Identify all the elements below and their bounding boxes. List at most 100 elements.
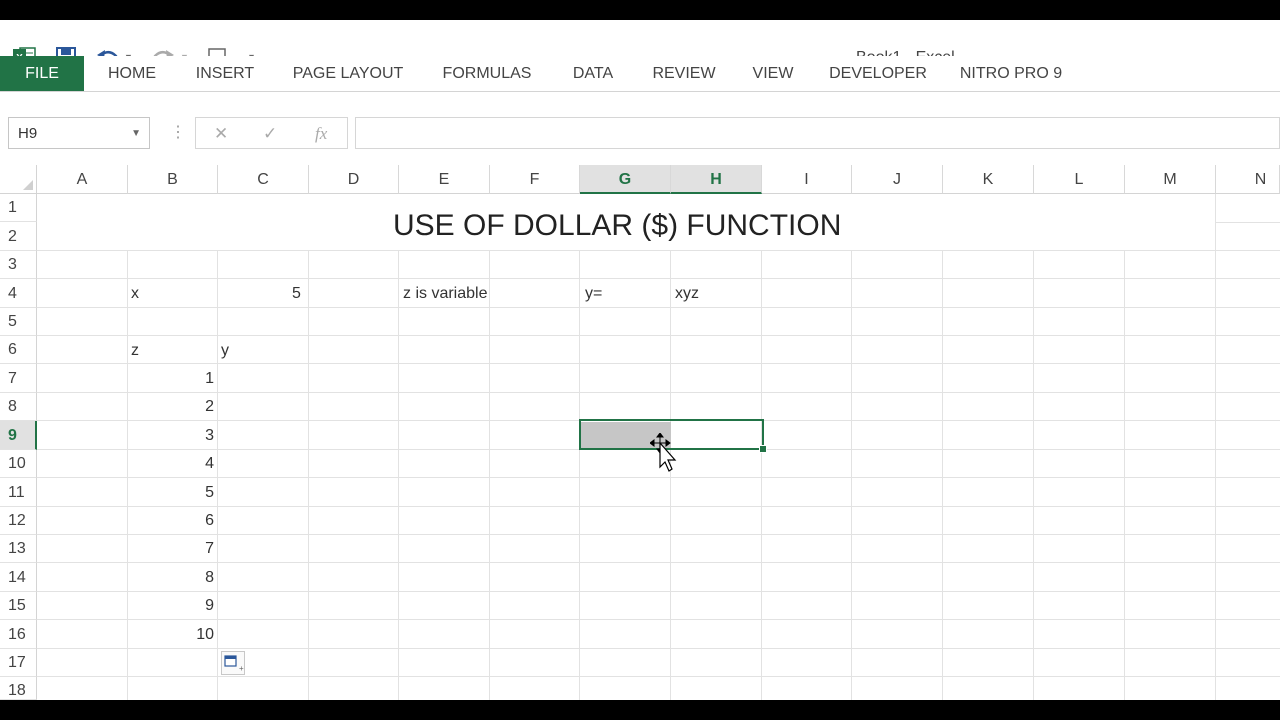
gridline xyxy=(37,307,1280,308)
gridline xyxy=(37,676,1280,677)
select-all-button[interactable] xyxy=(0,165,37,194)
row-header-8[interactable]: 8 xyxy=(0,393,37,421)
tab-data[interactable]: DATA xyxy=(564,56,622,91)
gridline xyxy=(489,251,490,700)
column-header-n[interactable]: N xyxy=(1216,165,1280,194)
cell-b14[interactable]: 8 xyxy=(205,569,214,587)
gridline xyxy=(37,335,1280,336)
gridline xyxy=(579,251,580,700)
cell-e4[interactable]: z is variable xyxy=(403,285,487,303)
fill-handle[interactable] xyxy=(759,445,767,453)
column-header-m[interactable]: M xyxy=(1125,165,1216,194)
gridline xyxy=(37,250,1280,251)
tab-review[interactable]: REVIEW xyxy=(650,56,718,91)
row-header-1[interactable]: 1 xyxy=(0,194,37,222)
cell-b4[interactable]: x xyxy=(131,285,139,303)
gridline xyxy=(217,251,218,700)
gridline xyxy=(127,251,128,700)
cancel-icon[interactable]: ✕ xyxy=(214,124,228,144)
tab-formulas[interactable]: FORMULAS xyxy=(438,56,536,91)
column-header-h[interactable]: H xyxy=(671,165,762,194)
tab-view[interactable]: VIEW xyxy=(748,56,798,91)
column-header-d[interactable]: D xyxy=(309,165,399,194)
cell-b9[interactable]: 3 xyxy=(205,427,214,445)
row-header-9[interactable]: 9 xyxy=(0,421,37,450)
row-header-15[interactable]: 15 xyxy=(0,592,37,620)
row-header-12[interactable]: 12 xyxy=(0,507,37,535)
video-letterbox-bottom xyxy=(0,700,1280,720)
cell-b16[interactable]: 10 xyxy=(196,626,214,644)
gridline xyxy=(37,363,1280,364)
paste-options-icon[interactable]: + xyxy=(221,651,245,675)
tab-page-layout[interactable]: PAGE LAYOUT xyxy=(288,56,408,91)
row-header-10[interactable]: 10 xyxy=(0,450,37,478)
column-header-k[interactable]: K xyxy=(943,165,1034,194)
gridline xyxy=(37,392,1280,393)
row-header-3[interactable]: 3 xyxy=(0,251,37,279)
formula-bar-splitter-icon[interactable]: ⋮ xyxy=(170,122,186,142)
name-box-dropdown-icon[interactable]: ▼ xyxy=(131,128,141,139)
row-header-7[interactable]: 7 xyxy=(0,364,37,393)
gridline xyxy=(851,251,852,700)
gridline xyxy=(37,506,1280,507)
sheet-title-cell[interactable]: USE OF DOLLAR ($) FUNCTION xyxy=(393,209,841,243)
cell-b7[interactable]: 1 xyxy=(205,370,214,388)
row-header-14[interactable]: 14 xyxy=(0,563,37,592)
cell-b8[interactable]: 2 xyxy=(205,398,214,416)
column-header-a[interactable]: A xyxy=(37,165,128,194)
cell-c6[interactable]: y xyxy=(221,342,229,360)
gridline xyxy=(1124,251,1125,700)
tab-home[interactable]: HOME xyxy=(100,56,164,91)
gridline xyxy=(37,619,1280,620)
column-header-e[interactable]: E xyxy=(399,165,490,194)
svg-text:+: + xyxy=(239,664,244,673)
row-header-17[interactable]: 17 xyxy=(0,649,37,677)
enter-icon[interactable]: ✓ xyxy=(263,124,277,144)
gridline xyxy=(398,251,399,700)
gridline xyxy=(308,251,309,700)
tab-developer[interactable]: DEVELOPER xyxy=(828,56,928,91)
cell-b6[interactable]: z xyxy=(131,342,139,360)
gridline xyxy=(1033,251,1034,700)
title-bar: X ▼ ▼ ▾ Book1 - Excel xyxy=(0,20,1280,67)
gridline xyxy=(37,534,1280,535)
tab-insert[interactable]: INSERT xyxy=(190,56,260,91)
ribbon-tabs: FILE HOME INSERT PAGE LAYOUT FORMULAS DA… xyxy=(0,56,1280,92)
cell-h4[interactable]: xyz xyxy=(675,285,699,303)
insert-function-icon[interactable]: fx xyxy=(315,124,327,144)
gridline xyxy=(1215,194,1216,700)
cell-b10[interactable]: 4 xyxy=(205,455,214,473)
name-box[interactable]: H9 ▼ xyxy=(8,117,150,149)
row-header-13[interactable]: 13 xyxy=(0,535,37,563)
worksheet-grid[interactable]: A B C D E F G H I J K L M N 1 2 3 4 5 6 … xyxy=(0,165,1280,700)
row-header-18[interactable]: 18 xyxy=(0,677,37,700)
row-header-4[interactable]: 4 xyxy=(0,279,37,308)
column-header-b[interactable]: B xyxy=(128,165,218,194)
column-header-l[interactable]: L xyxy=(1034,165,1125,194)
row-header-16[interactable]: 16 xyxy=(0,620,37,649)
tab-file[interactable]: FILE xyxy=(0,56,84,91)
column-header-i[interactable]: I xyxy=(762,165,852,194)
tab-nitro-pro-9[interactable]: NITRO PRO 9 xyxy=(956,56,1066,91)
cell-b15[interactable]: 9 xyxy=(205,597,214,615)
column-header-j[interactable]: J xyxy=(852,165,943,194)
column-header-g[interactable]: G xyxy=(580,165,671,194)
column-header-f[interactable]: F xyxy=(490,165,580,194)
cell-c4[interactable]: 5 xyxy=(292,285,301,303)
name-box-value: H9 xyxy=(18,125,38,142)
row-header-6[interactable]: 6 xyxy=(0,336,37,364)
move-cursor-icon xyxy=(649,432,680,480)
cell-g4[interactable]: y= xyxy=(585,285,602,303)
row-header-5[interactable]: 5 xyxy=(0,308,37,336)
formula-input[interactable] xyxy=(355,117,1280,149)
cell-b12[interactable]: 6 xyxy=(205,512,214,530)
ribbon-collapsed-area xyxy=(0,92,1280,112)
gridline xyxy=(37,591,1280,592)
cell-b11[interactable]: 5 xyxy=(205,484,214,502)
gridline xyxy=(1216,222,1280,223)
gridline xyxy=(37,278,1280,279)
column-header-c[interactable]: C xyxy=(218,165,309,194)
row-header-11[interactable]: 11 xyxy=(0,478,37,507)
row-header-2[interactable]: 2 xyxy=(0,222,37,251)
cell-b13[interactable]: 7 xyxy=(205,540,214,558)
